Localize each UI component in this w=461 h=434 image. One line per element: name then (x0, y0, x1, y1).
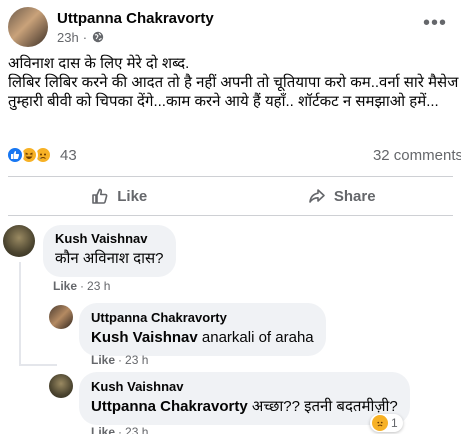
comment-body: anarkali of araha (197, 329, 314, 346)
comment-item: Kush Vaishnav कौन अविनाश दास? (3, 225, 176, 277)
comment-like-button[interactable]: Like (53, 279, 77, 293)
author-avatar[interactable] (8, 7, 48, 47)
share-icon (309, 189, 325, 203)
comment-mention[interactable]: Kush Vaishnav (91, 329, 198, 346)
thumbs-up-icon (92, 188, 108, 204)
time-separator: · (82, 29, 88, 45)
share-button[interactable]: Share (231, 178, 454, 214)
like-button-label: Like (117, 187, 148, 205)
comment-like-button[interactable]: Like (91, 425, 115, 434)
comment-text: Kush Vaishnav anarkali of araha (91, 328, 314, 348)
comment-body: अच्छा?? इतनी बदतमीज़ी? (247, 398, 398, 415)
comment-bubble: Kush Vaishnav Uttpanna Chakravorty अच्छा… (79, 372, 410, 425)
separator-dot: · (80, 279, 85, 293)
comment-reaction-badge[interactable]: 1 (370, 414, 403, 432)
separator-dot: · (118, 353, 123, 367)
post-meta: Uttpanna Chakravorty 23h · (57, 10, 214, 45)
reaction-summary: 43 32 comments (6, 142, 461, 168)
comment-count[interactable]: 32 comments (373, 147, 461, 164)
post-action-bar: Like Share (8, 178, 453, 214)
reply-thread-line (19, 262, 21, 364)
comment-actions: Like · 23 h (53, 279, 110, 293)
comment-mention[interactable]: Uttpanna Chakravorty (91, 398, 248, 415)
comment-author[interactable]: Kush Vaishnav (91, 379, 398, 395)
comment-like-button[interactable]: Like (91, 353, 115, 367)
comment-time[interactable]: 23 h (125, 425, 148, 434)
sad-reaction-icon (372, 415, 388, 431)
globe-icon (92, 31, 104, 43)
reaction-icons[interactable] (6, 146, 52, 164)
comment-actions: Like · 23 h (91, 425, 148, 434)
comment-author[interactable]: Kush Vaishnav (55, 231, 164, 247)
reaction-count[interactable]: 43 (60, 147, 77, 164)
comment-time[interactable]: 23 h (125, 353, 148, 367)
comment-text: कौन अविनाश दास? (55, 250, 164, 267)
post-time[interactable]: 23h (57, 30, 79, 45)
reply-item: Uttpanna Chakravorty Kush Vaishnav anark… (49, 303, 326, 356)
comment-text: Uttpanna Chakravorty अच्छा?? इतनी बदतमीज… (91, 397, 398, 417)
commenter-avatar[interactable] (49, 305, 73, 329)
comment-bubble: Uttpanna Chakravorty Kush Vaishnav anark… (79, 303, 326, 356)
comment-reaction-count: 1 (391, 416, 398, 430)
reply-thread-line (19, 364, 57, 366)
divider (8, 176, 453, 177)
share-button-label: Share (333, 187, 376, 205)
like-reaction-icon (6, 146, 24, 164)
more-options-icon[interactable]: ••• (423, 12, 447, 35)
comment-actions: Like · 23 h (91, 353, 148, 367)
separator-dot: · (118, 425, 123, 434)
divider (8, 215, 453, 216)
reply-item: Kush Vaishnav Uttpanna Chakravorty अच्छा… (49, 372, 410, 425)
post-subline: 23h · (57, 30, 214, 45)
comment-time[interactable]: 23 h (87, 279, 110, 293)
like-button[interactable]: Like (8, 178, 231, 214)
post-header: Uttpanna Chakravorty 23h · (8, 7, 214, 47)
comment-author[interactable]: Uttpanna Chakravorty (91, 310, 314, 326)
comment-bubble: Kush Vaishnav कौन अविनाश दास? (43, 225, 176, 277)
post-author-name[interactable]: Uttpanna Chakravorty (57, 10, 214, 28)
post-body-text: अविनाश दास के लिए मेरे दो शब्द. लिबिर लि… (8, 55, 459, 110)
commenter-avatar[interactable] (3, 225, 35, 257)
commenter-avatar[interactable] (49, 374, 73, 398)
